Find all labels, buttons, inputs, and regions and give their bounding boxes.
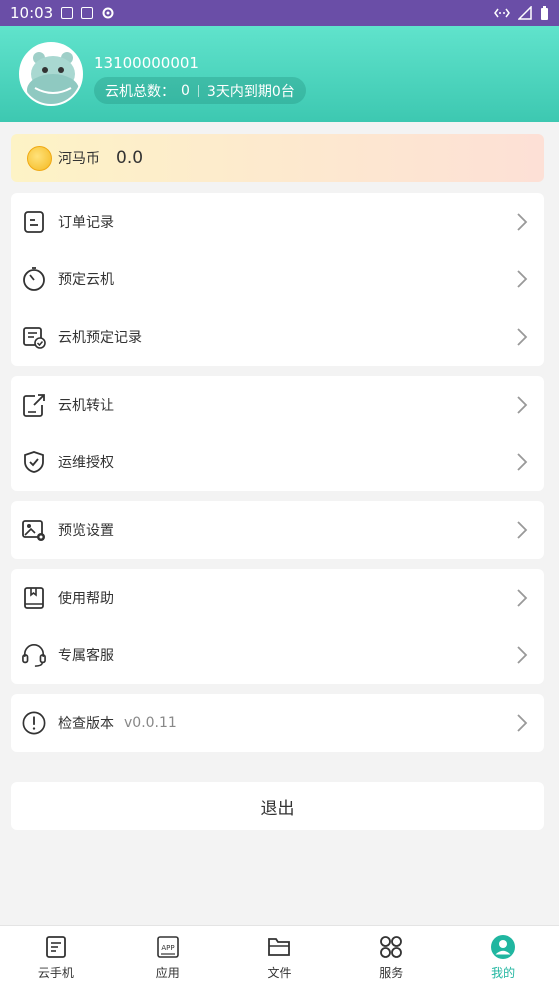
device-stats: 云机总数： 0 3天内到期0台 — [94, 77, 306, 104]
total-label: 云机总数： — [105, 83, 175, 100]
divider — [197, 84, 199, 97]
menu-item-booking-records[interactable]: 云机预定记录 — [11, 308, 544, 366]
chevron-right-icon — [517, 521, 528, 539]
user-icon — [490, 934, 516, 960]
menu-group-support: 使用帮助 专属客服 — [11, 569, 544, 684]
chevron-right-icon — [517, 453, 528, 471]
data-sync-icon — [494, 8, 510, 18]
hippo-avatar-icon — [27, 52, 79, 104]
headset-icon — [22, 643, 46, 668]
menu-label: 运维授权 — [58, 455, 114, 472]
notification-icon — [61, 7, 74, 19]
menu-item-help[interactable]: 使用帮助 — [11, 569, 544, 627]
order-list-icon — [22, 210, 46, 234]
tab-apps[interactable]: APP 应用 — [112, 926, 224, 990]
status-bar: 10:03 — [0, 0, 559, 26]
image-settings-icon — [22, 518, 46, 542]
signal-icon — [518, 6, 532, 20]
chevron-right-icon — [517, 396, 528, 414]
tab-label: 应用 — [155, 966, 180, 980]
chevron-right-icon — [517, 213, 528, 231]
transfer-icon — [22, 393, 46, 417]
booking-record-icon — [22, 325, 46, 349]
menu-item-transfer[interactable]: 云机转让 — [11, 376, 544, 434]
menu-label: 检查版本 — [58, 715, 114, 732]
menu-label: 预览设置 — [58, 522, 114, 539]
menu-label: 专属客服 — [58, 648, 114, 665]
menu-item-order-records[interactable]: 订单记录 — [11, 193, 544, 251]
tab-label: 文件 — [267, 966, 292, 980]
menu-label: 订单记录 — [58, 214, 114, 231]
app-icon: APP — [155, 934, 181, 960]
tab-files[interactable]: 文件 — [224, 926, 336, 990]
total-value: 0 — [181, 82, 190, 99]
battery-icon — [541, 5, 548, 20]
menu-item-customer-service[interactable]: 专属客服 — [11, 627, 544, 685]
tab-cloud-phone[interactable]: 云手机 — [0, 926, 112, 990]
chevron-right-icon — [517, 714, 528, 732]
svg-text:APP: APP — [161, 944, 174, 952]
tab-label: 我的 — [491, 966, 516, 980]
coin-icon — [27, 145, 52, 171]
menu-item-ops-authorization[interactable]: 运维授权 — [11, 434, 544, 492]
avatar[interactable] — [19, 42, 83, 106]
menu-group-preview: 预览设置 — [11, 501, 544, 559]
shield-check-icon — [22, 450, 46, 474]
expiring-text: 3天内到期0台 — [206, 83, 295, 100]
cloud-phone-icon — [43, 934, 69, 960]
menu-label: 使用帮助 — [58, 590, 114, 607]
chevron-right-icon — [517, 589, 528, 607]
tab-mine[interactable]: 我的 — [447, 926, 559, 990]
tab-label: 服务 — [379, 966, 404, 980]
phone-number: 13100000001 — [94, 54, 199, 72]
folder-icon — [266, 934, 292, 960]
a-badge-icon — [81, 7, 94, 19]
menu-group-version: 检查版本 v0.0.11 — [11, 694, 544, 752]
version-text: v0.0.11 — [124, 714, 177, 731]
coin-card[interactable]: 河马币 0.0 — [11, 134, 544, 182]
coin-label: 河马币 — [58, 151, 100, 167]
menu-label: 云机转让 — [58, 397, 114, 414]
tab-label: 云手机 — [37, 966, 74, 980]
menu-item-check-version[interactable]: 检查版本 v0.0.11 — [11, 694, 544, 752]
help-book-icon — [22, 586, 46, 610]
chevron-right-icon — [517, 270, 528, 288]
chevron-right-icon — [517, 646, 528, 664]
settings-icon — [102, 7, 114, 19]
menu-group-management: 云机转让 运维授权 — [11, 376, 544, 491]
status-time: 10:03 — [10, 4, 54, 22]
profile-header: 13100000001 云机总数： 0 3天内到期0台 — [0, 26, 559, 122]
menu-label: 云机预定记录 — [58, 329, 142, 346]
menu-item-preview-settings[interactable]: 预览设置 — [11, 501, 544, 559]
chevron-right-icon — [517, 328, 528, 346]
logout-button[interactable]: 退出 — [11, 782, 544, 830]
coin-value: 0.0 — [116, 148, 144, 168]
bottom-tab-bar: 云手机 APP 应用 文件 服务 我的 — [0, 925, 559, 990]
menu-label: 预定云机 — [58, 272, 114, 289]
info-circle-icon — [22, 711, 46, 735]
tab-services[interactable]: 服务 — [335, 926, 447, 990]
grid-icon — [378, 934, 404, 960]
menu-item-book-cloud-phone[interactable]: 预定云机 — [11, 251, 544, 309]
menu-group-orders: 订单记录 预定云机 云机预定记录 — [11, 193, 544, 366]
timer-icon — [22, 267, 46, 292]
